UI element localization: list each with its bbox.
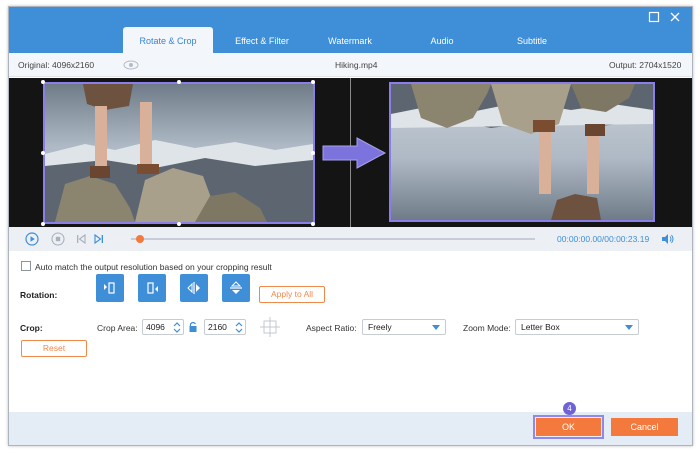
step-badge: 4 — [563, 402, 576, 415]
flip-horizontal-icon — [187, 282, 200, 294]
zoom-mode-value: Letter Box — [521, 322, 560, 332]
rotate-right-icon — [147, 282, 158, 294]
crop-handle[interactable] — [311, 151, 315, 155]
rotate-right-button[interactable] — [138, 274, 166, 302]
original-resolution: Original: 4096x2160 — [18, 60, 95, 70]
rotate-left-icon — [104, 282, 115, 294]
eye-icon[interactable] — [123, 60, 139, 70]
chevron-down-icon — [432, 325, 440, 330]
previous-frame-icon[interactable] — [75, 233, 87, 245]
crop-handle[interactable] — [41, 80, 45, 84]
ok-button[interactable]: OK — [533, 415, 604, 439]
crop-label: Crop: — [20, 323, 43, 333]
aspect-ratio-value: Freely — [368, 322, 392, 332]
crop-handle[interactable] — [41, 222, 45, 226]
rotate-left-button[interactable] — [96, 274, 124, 302]
time-display: 00:00:00.00/00:00:23.19 — [557, 234, 650, 244]
flip-vertical-icon — [230, 281, 242, 294]
tab-rotate-crop[interactable]: Rotate & Crop — [123, 27, 213, 53]
crop-width-input[interactable]: 4096 — [142, 319, 184, 335]
stepper-icon[interactable] — [235, 321, 243, 334]
info-bar: Original: 4096x2160 Hiking.mp4 Output: 2… — [9, 53, 692, 77]
stepper-icon[interactable] — [173, 321, 181, 334]
aspect-ratio-select[interactable]: Freely — [362, 319, 446, 335]
crop-area-label: Crop Area: — [97, 323, 138, 333]
crop-handle[interactable] — [41, 151, 45, 155]
file-name: Hiking.mp4 — [335, 60, 378, 70]
next-frame-icon[interactable] — [93, 233, 105, 245]
volume-icon[interactable] — [660, 232, 674, 246]
crop-dialog: Rotate & Crop Effect & Filter Watermark … — [8, 6, 693, 446]
auto-match-checkbox[interactable] — [21, 261, 31, 271]
lock-icon[interactable] — [188, 321, 198, 333]
maximize-icon[interactable] — [648, 11, 660, 23]
crosshair-center-icon[interactable] — [258, 316, 282, 338]
rotation-label: Rotation: — [20, 290, 58, 300]
crop-height-input[interactable]: 2160 — [204, 319, 246, 335]
progress-handle[interactable] — [136, 235, 144, 243]
stop-icon[interactable] — [51, 232, 65, 246]
tab-watermark[interactable]: Watermark — [305, 27, 395, 53]
crop-handle[interactable] — [311, 80, 315, 84]
crop-handle[interactable] — [177, 80, 181, 84]
flip-horizontal-button[interactable] — [180, 274, 208, 302]
zoom-mode-select[interactable]: Letter Box — [515, 319, 639, 335]
zoom-mode-label: Zoom Mode: — [463, 323, 511, 333]
chevron-down-icon — [625, 325, 633, 330]
output-frame-border — [389, 82, 655, 222]
crop-width-value: 4096 — [146, 322, 165, 332]
arrow-right-icon — [322, 137, 387, 169]
progress-track[interactable] — [131, 238, 535, 240]
title-bar: Rotate & Crop Effect & Filter Watermark … — [9, 7, 692, 53]
apply-to-all-button[interactable]: Apply to All — [259, 286, 325, 303]
crop-selection-box[interactable] — [43, 82, 315, 224]
auto-match-label: Auto match the output resolution based o… — [35, 262, 272, 272]
tab-effect-filter[interactable]: Effect & Filter — [217, 27, 307, 53]
cancel-button[interactable]: Cancel — [611, 418, 678, 436]
reset-button[interactable]: Reset — [21, 340, 87, 357]
tab-subtitle[interactable]: Subtitle — [487, 27, 577, 53]
close-icon[interactable] — [669, 11, 681, 23]
tab-audio[interactable]: Audio — [397, 27, 487, 53]
crop-handle[interactable] — [177, 222, 181, 226]
crop-height-value: 2160 — [208, 322, 227, 332]
play-icon[interactable] — [25, 232, 39, 246]
output-resolution: Output: 2704x1520 — [609, 60, 682, 70]
aspect-ratio-label: Aspect Ratio: — [306, 323, 357, 333]
flip-vertical-button[interactable] — [222, 274, 250, 302]
crop-handle[interactable] — [311, 222, 315, 226]
playback-controls: 00:00:00.00/00:00:23.19 — [9, 227, 692, 251]
preview-area — [9, 78, 692, 227]
